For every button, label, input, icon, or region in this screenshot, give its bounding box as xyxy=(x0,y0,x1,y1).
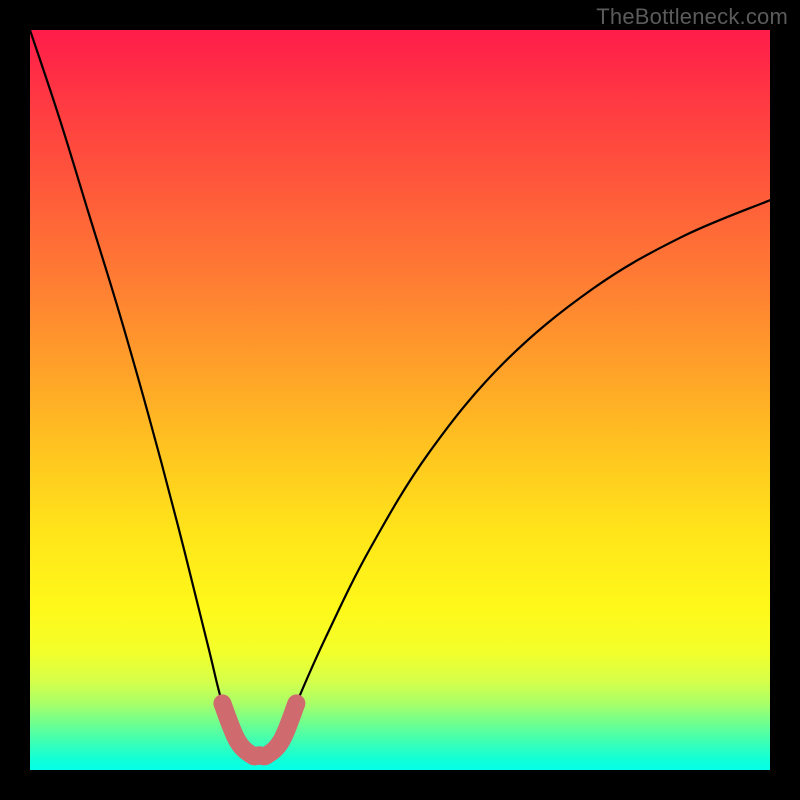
watermark-text: TheBottleneck.com xyxy=(596,4,788,30)
chart-container: TheBottleneck.com xyxy=(0,0,800,800)
curve-layer xyxy=(30,30,770,770)
highlight-curve-path xyxy=(222,703,296,756)
plot-area xyxy=(30,30,770,770)
main-curve-path xyxy=(30,30,770,756)
